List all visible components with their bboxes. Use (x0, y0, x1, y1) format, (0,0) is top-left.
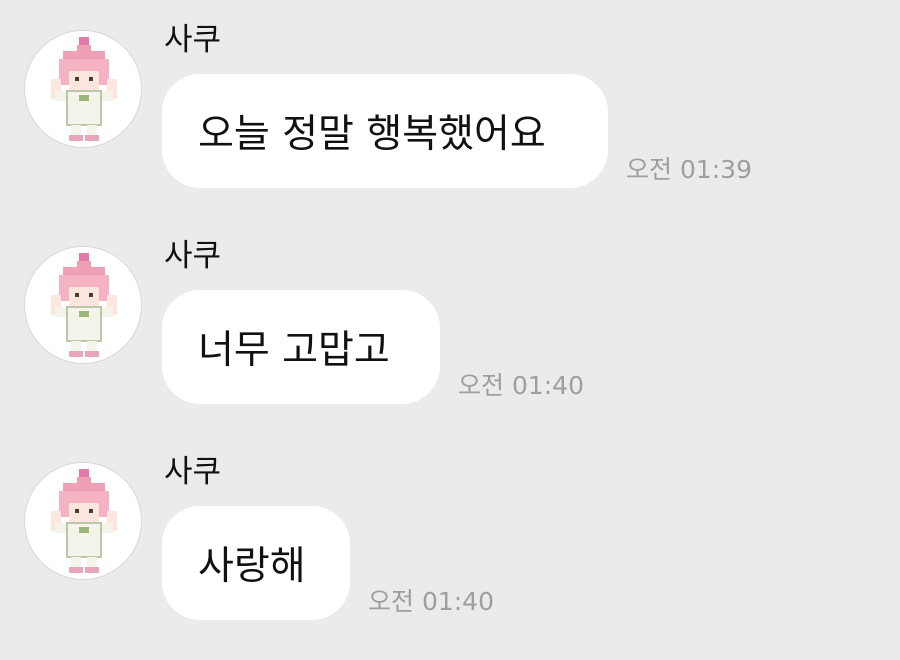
sender-avatar[interactable] (24, 30, 142, 148)
chat-message: 사쿠 사랑해 오전 01:40 (0, 432, 900, 648)
message-bubble[interactable]: 사랑해 (162, 506, 350, 620)
message-timestamp: 오전 01:39 (626, 155, 752, 184)
sender-name: 사쿠 (164, 238, 222, 274)
message-timestamp: 오전 01:40 (368, 587, 494, 616)
message-timestamp: 오전 01:40 (458, 371, 584, 400)
pixel-character-avatar-icon (51, 253, 117, 357)
sender-name: 사쿠 (164, 22, 222, 58)
pixel-character-avatar-icon (51, 37, 117, 141)
chat-message: 사쿠 오늘 정말 행복했어요 오전 01:39 (0, 0, 900, 216)
sender-avatar[interactable] (24, 462, 142, 580)
sender-avatar[interactable] (24, 246, 142, 364)
pixel-character-avatar-icon (51, 469, 117, 573)
message-bubble[interactable]: 너무 고맙고 (162, 290, 440, 404)
sender-name: 사쿠 (164, 454, 222, 490)
chat-message: 사쿠 너무 고맙고 오전 01:40 (0, 216, 900, 432)
message-bubble[interactable]: 오늘 정말 행복했어요 (162, 74, 608, 188)
